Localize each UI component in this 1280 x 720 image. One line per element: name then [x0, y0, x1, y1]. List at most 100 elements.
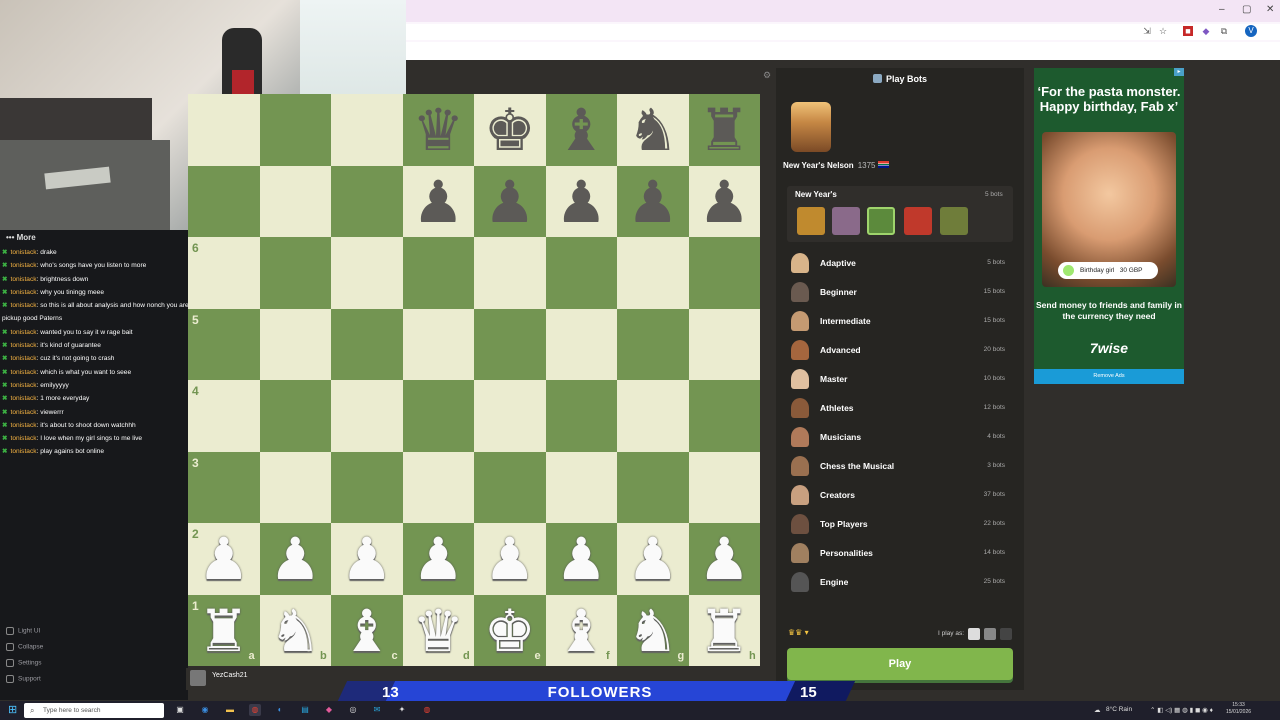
edge-icon[interactable]: ◉: [199, 704, 211, 716]
board-square[interactable]: [331, 451, 403, 523]
black-piece[interactable]: ♟: [689, 166, 761, 238]
bot-category-row[interactable]: Athletes 12 bots: [787, 395, 1013, 421]
board-square[interactable]: [617, 237, 689, 309]
chat-username[interactable]: tonistack: [11, 276, 37, 283]
board-square[interactable]: [402, 308, 474, 380]
chrome-icon[interactable]: ◍: [249, 704, 261, 716]
chat-username[interactable]: tonistack: [11, 262, 37, 269]
play-as-random-button[interactable]: [984, 628, 996, 640]
bot-avatar[interactable]: [904, 207, 932, 235]
board-square[interactable]: [688, 308, 760, 380]
crown-level-icon[interactable]: ♛♛ ▾: [788, 628, 809, 637]
play-as-white-button[interactable]: [968, 628, 980, 640]
mail-icon[interactable]: ✉: [371, 704, 383, 716]
taskbar-search[interactable]: ⌕ Type here to search: [24, 703, 164, 718]
white-piece[interactable]: ♟: [546, 523, 618, 595]
white-piece[interactable]: ♟: [260, 523, 332, 595]
chat-username[interactable]: tonistack: [11, 448, 37, 455]
board-square[interactable]: [188, 94, 260, 166]
sidebar-item-collapse[interactable]: Collapse: [6, 643, 43, 651]
bot-category-row[interactable]: Intermediate 15 bots: [787, 308, 1013, 334]
board-square[interactable]: [402, 451, 474, 523]
chat-username[interactable]: tonistack: [11, 369, 37, 376]
tray-icons[interactable]: ⌃ ◧ ◁) ▦ ◍ ▮ ◼ ◉ ♦: [1150, 706, 1213, 714]
white-piece[interactable]: ♟: [474, 523, 546, 595]
white-piece[interactable]: ♟: [403, 523, 475, 595]
file-explorer-icon[interactable]: ▬: [224, 704, 236, 716]
board-square[interactable]: [688, 451, 760, 523]
white-piece[interactable]: ♟: [689, 523, 761, 595]
obs-icon[interactable]: ◎: [347, 704, 359, 716]
board-square[interactable]: [259, 308, 331, 380]
play-button[interactable]: Play: [787, 648, 1013, 680]
bot-category-row[interactable]: Adaptive 5 bots: [787, 250, 1013, 276]
app-icon[interactable]: ✦: [396, 704, 408, 716]
bot-avatar[interactable]: [940, 207, 968, 235]
bot-category-row[interactable]: Master 10 bots: [787, 366, 1013, 392]
extensions-puzzle-icon[interactable]: ⧉: [1219, 26, 1229, 36]
board-square[interactable]: [617, 380, 689, 452]
black-piece[interactable]: ♚: [474, 94, 546, 166]
board-square[interactable]: [617, 308, 689, 380]
board-square[interactable]: [331, 237, 403, 309]
board-square[interactable]: [331, 380, 403, 452]
board-square[interactable]: [259, 451, 331, 523]
black-piece[interactable]: ♟: [474, 166, 546, 238]
sidebar-item-light-ui[interactable]: Light UI: [6, 627, 40, 635]
chat-username[interactable]: tonistack: [11, 435, 37, 442]
bot-avatar[interactable]: [797, 207, 825, 235]
board-square[interactable]: [474, 380, 546, 452]
chat-username[interactable]: tonistack: [11, 289, 37, 296]
board-square[interactable]: [188, 165, 260, 237]
sidebar-more[interactable]: ••• More: [6, 233, 36, 242]
chat-username[interactable]: tonistack: [11, 302, 37, 309]
board-square[interactable]: [688, 237, 760, 309]
bot-category-row[interactable]: Beginner 15 bots: [787, 279, 1013, 305]
bot-category-row[interactable]: Creators 37 bots: [787, 482, 1013, 508]
board-square[interactable]: [688, 380, 760, 452]
black-piece[interactable]: ♜: [689, 94, 761, 166]
board-square[interactable]: [474, 308, 546, 380]
board-square[interactable]: [259, 380, 331, 452]
weather-icon[interactable]: ☁: [1094, 706, 1101, 714]
windows-start-icon[interactable]: ⊞: [8, 704, 20, 716]
bot-category-row[interactable]: Top Players 22 bots: [787, 511, 1013, 537]
close-window-button[interactable]: ✕: [1266, 4, 1274, 15]
board-square[interactable]: [259, 94, 331, 166]
board-square[interactable]: [545, 237, 617, 309]
extension-icon[interactable]: ◆: [1201, 26, 1211, 36]
chat-username[interactable]: tonistack: [11, 395, 37, 402]
sidebar-item-settings[interactable]: Settings: [6, 659, 42, 667]
black-piece[interactable]: ♛: [403, 94, 475, 166]
white-piece[interactable]: ♟: [331, 523, 403, 595]
app-icon[interactable]: ◆: [323, 704, 335, 716]
bot-category-row[interactable]: Personalities 14 bots: [787, 540, 1013, 566]
store-icon[interactable]: ▤: [299, 704, 311, 716]
chrome-icon[interactable]: ◍: [421, 704, 433, 716]
bot-avatar-selected[interactable]: [867, 207, 895, 235]
chat-username[interactable]: tonistack: [11, 249, 37, 256]
board-square[interactable]: [259, 237, 331, 309]
browser-icon[interactable]: ◐: [274, 704, 286, 716]
black-piece[interactable]: ♟: [546, 166, 618, 238]
install-icon[interactable]: ⇲: [1142, 26, 1152, 36]
chat-username[interactable]: tonistack: [11, 342, 37, 349]
task-view-icon[interactable]: ▣: [174, 704, 186, 716]
extension-icon[interactable]: ■: [1183, 26, 1193, 36]
chat-username[interactable]: tonistack: [11, 355, 37, 362]
maximize-button[interactable]: ▢: [1242, 4, 1251, 15]
chat-username[interactable]: tonistack: [11, 329, 37, 336]
bot-category-row[interactable]: Chess the Musical 3 bots: [787, 453, 1013, 479]
bookmark-star-icon[interactable]: ☆: [1158, 26, 1168, 36]
board-square[interactable]: [331, 94, 403, 166]
board-square[interactable]: [474, 237, 546, 309]
chat-username[interactable]: tonistack: [11, 422, 37, 429]
board-square[interactable]: [617, 451, 689, 523]
weather-text[interactable]: 8°C Rain: [1106, 706, 1132, 713]
profile-avatar[interactable]: V: [1245, 25, 1257, 37]
board-settings-icon[interactable]: ⚙: [763, 70, 771, 81]
chess-board[interactable]: ♛ ♚ ♝ ♞ ♜ ♟ ♟ ♟ ♟ ♟ ♟ ♟ ♟ ♟ ♟ ♟ ♟ ♟ ♜ ♞ ♝ ♛ ♚ ♝ ♞ ♜ 6 5 4 3 2 1 a b c d e f g h: [188, 94, 760, 666]
remove-ads-link[interactable]: Remove Ads: [1034, 369, 1184, 384]
board-square[interactable]: [545, 380, 617, 452]
black-piece[interactable]: ♟: [617, 166, 689, 238]
